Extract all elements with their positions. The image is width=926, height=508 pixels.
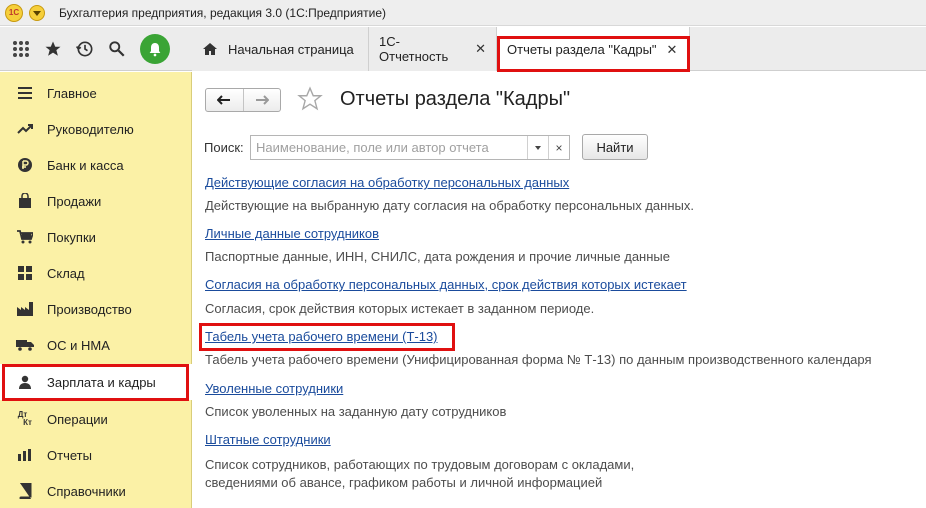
close-icon[interactable]: ✕	[667, 42, 678, 58]
report-link-dismissed-employees[interactable]: Уволенные сотрудники	[205, 381, 343, 396]
sidebar-item-production[interactable]: Производство	[0, 291, 192, 327]
sidebar-item-label: Покупки	[47, 229, 96, 245]
sidebar-item-label: Справочники	[47, 483, 126, 499]
sidebar-item-label: ОС и НМА	[47, 337, 110, 353]
back-button[interactable]	[206, 89, 243, 111]
tab-1c-reporting[interactable]: 1С-Отчетность ✕	[369, 27, 497, 71]
ruble-coin-icon	[15, 155, 35, 175]
warehouse-grid-icon	[15, 263, 35, 283]
search-label: Поиск:	[204, 140, 244, 155]
window-title: Бухгалтерия предприятия, редакция 3.0 (1…	[59, 5, 387, 20]
apps-grid-icon[interactable]	[8, 36, 34, 62]
top-toolbar: Начальная страница 1С-Отчетность ✕ Отчет…	[0, 27, 926, 72]
debit-credit-icon: Дт Кт	[15, 409, 35, 429]
tab-label: 1С-Отчетность	[379, 34, 449, 64]
tab-label: Отчеты раздела "Кадры"	[507, 42, 657, 57]
search-icon[interactable]	[104, 36, 130, 62]
main-menu-dropdown-icon[interactable]	[29, 4, 45, 21]
search-field: ×	[250, 135, 570, 160]
main-content: Отчеты раздела "Кадры" Поиск: × Найти Де…	[193, 72, 926, 508]
shopping-bag-icon	[15, 191, 35, 211]
tab-bar: Начальная страница 1С-Отчетность ✕ Отчет…	[192, 27, 690, 72]
sidebar-item-label: Главное	[47, 85, 97, 101]
home-icon	[202, 42, 218, 56]
factory-icon	[15, 299, 35, 319]
find-button[interactable]: Найти	[582, 134, 648, 160]
sidebar-item-main[interactable]: Главное	[0, 75, 192, 111]
sidebar-item-reports[interactable]: Отчеты	[0, 437, 192, 473]
bell-icon[interactable]	[140, 34, 170, 64]
report-link-personal-data[interactable]: Личные данные сотрудников	[205, 226, 379, 241]
bar-chart-icon	[15, 445, 35, 465]
tab-hr-reports[interactable]: Отчеты раздела "Кадры" ✕	[497, 27, 690, 72]
report-description: Согласия, срок действия которых истекает…	[205, 301, 595, 316]
report-description: Список уволенных на заданную дату сотруд…	[205, 404, 507, 419]
menu-lines-icon	[15, 83, 35, 103]
report-description: Табель учета рабочего времени (Унифициро…	[205, 352, 872, 367]
report-link-staff-employees[interactable]: Штатные сотрудники	[205, 432, 331, 447]
sidebar-item-label: Руководителю	[47, 121, 134, 137]
sidebar-item-warehouse[interactable]: Склад	[0, 255, 192, 291]
book-icon	[15, 481, 35, 501]
title-bar: 1С Бухгалтерия предприятия, редакция 3.0…	[0, 0, 926, 26]
sidebar-item-label: Зарплата и кадры	[47, 374, 156, 390]
report-link-expiring-consents[interactable]: Согласия на обработку персональных данны…	[205, 277, 687, 292]
tab-label: Начальная страница	[228, 41, 354, 57]
page-title: Отчеты раздела "Кадры"	[340, 88, 571, 110]
search-dropdown-button[interactable]	[527, 136, 548, 159]
tab-home[interactable]: Начальная страница	[192, 27, 369, 71]
sidebar-item-sales[interactable]: Продажи	[0, 183, 192, 219]
search-input[interactable]	[251, 136, 527, 159]
sidebar-item-directories[interactable]: Справочники	[0, 473, 192, 508]
sidebar-item-label: Склад	[47, 265, 85, 281]
report-description: Паспортные данные, ИНН, СНИЛС, дата рожд…	[205, 249, 670, 264]
sidebar-item-label: Отчеты	[47, 447, 92, 463]
search-clear-button[interactable]: ×	[548, 136, 569, 159]
sidebar-item-fixed-assets[interactable]: ОС и НМА	[0, 327, 192, 363]
star-icon[interactable]	[40, 36, 66, 62]
report-link-active-consents[interactable]: Действующие согласия на обработку персон…	[205, 175, 569, 190]
toolbar-icons	[0, 27, 192, 71]
close-icon[interactable]: ✕	[475, 41, 486, 57]
trend-up-icon	[15, 119, 35, 139]
nav-buttons	[205, 88, 281, 112]
favorite-star-icon[interactable]	[297, 86, 323, 112]
sidebar-item-label: Операции	[47, 411, 108, 427]
report-link-timesheet-t13[interactable]: Табель учета рабочего времени (Т-13)	[205, 329, 438, 344]
report-description-line2: сведениями об авансе, графиком работы и …	[205, 475, 603, 490]
person-icon	[15, 372, 35, 392]
sidebar-item-bank[interactable]: Банк и касса	[0, 147, 192, 183]
cart-icon	[15, 227, 35, 247]
report-description: Список сотрудников, работающих по трудов…	[205, 457, 635, 472]
sidebar: Главное Руководителю Банк и касса Продаж…	[0, 72, 192, 508]
forward-button[interactable]	[242, 89, 280, 111]
truck-icon	[15, 335, 35, 355]
sidebar-item-label: Производство	[47, 301, 132, 317]
report-description: Действующие на выбранную дату согласия н…	[205, 198, 694, 213]
history-icon[interactable]	[72, 36, 98, 62]
credit-text: Кт	[23, 418, 32, 427]
sidebar-item-manager[interactable]: Руководителю	[0, 111, 192, 147]
sidebar-item-operations[interactable]: Дт Кт Операции	[0, 401, 192, 437]
sidebar-item-salary-hr[interactable]: Зарплата и кадры	[0, 364, 192, 400]
1c-logo-icon[interactable]: 1С	[5, 3, 23, 22]
sidebar-item-label: Банк и касса	[47, 157, 124, 173]
sidebar-item-purchases[interactable]: Покупки	[0, 219, 192, 255]
sidebar-item-label: Продажи	[47, 193, 102, 209]
